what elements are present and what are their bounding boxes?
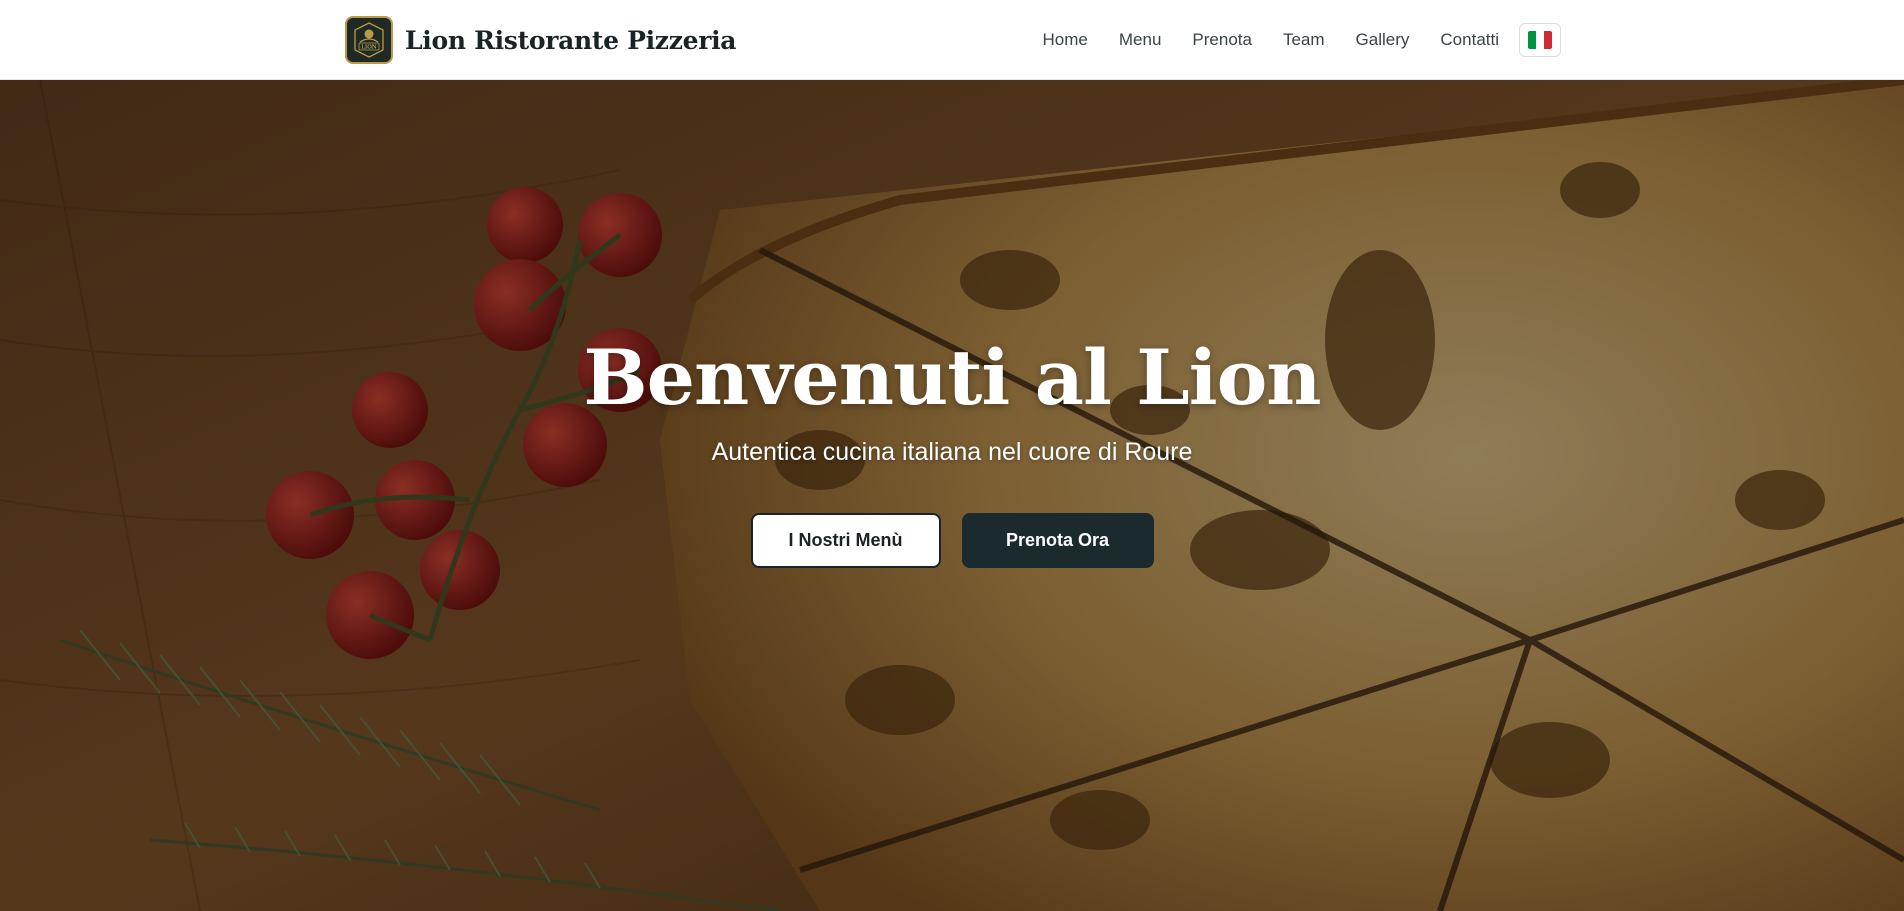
our-menus-button[interactable]: I Nostri Menù (750, 513, 941, 568)
hero-content: Benvenuti al Lion Autentica cucina itali… (0, 80, 1904, 911)
nav-item-gallery[interactable]: Gallery (1356, 30, 1410, 50)
brand-link[interactable]: LION Lion Ristorante Pizzeria (345, 16, 736, 64)
brand-name: Lion Ristorante Pizzeria (405, 25, 737, 55)
lion-logo-icon: LION (345, 16, 393, 64)
book-now-button[interactable]: Prenota Ora (961, 513, 1154, 568)
hero-buttons: I Nostri Menù Prenota Ora (0, 513, 1904, 568)
nav-item-home[interactable]: Home (1043, 30, 1088, 50)
nav-item-menu[interactable]: Menu (1119, 30, 1162, 50)
site-header: LION Lion Ristorante Pizzeria Home Menu … (0, 0, 1904, 80)
nav-item-prenota[interactable]: Prenota (1192, 30, 1252, 50)
logo-text: LION (361, 45, 377, 51)
hero-section: Benvenuti al Lion Autentica cucina itali… (0, 80, 1904, 911)
hero-subtitle: Autentica cucina italiana nel cuore di R… (711, 438, 1193, 466)
italian-flag-icon (1528, 31, 1552, 49)
nav-item-contatti[interactable]: Contatti (1440, 30, 1499, 50)
main-nav: Home Menu Prenota Team Gallery Contatti (1043, 22, 1561, 58)
nav-item-team[interactable]: Team (1283, 30, 1325, 50)
language-switcher-button[interactable] (1519, 23, 1561, 57)
hero-title: Benvenuti al Lion (583, 333, 1321, 422)
